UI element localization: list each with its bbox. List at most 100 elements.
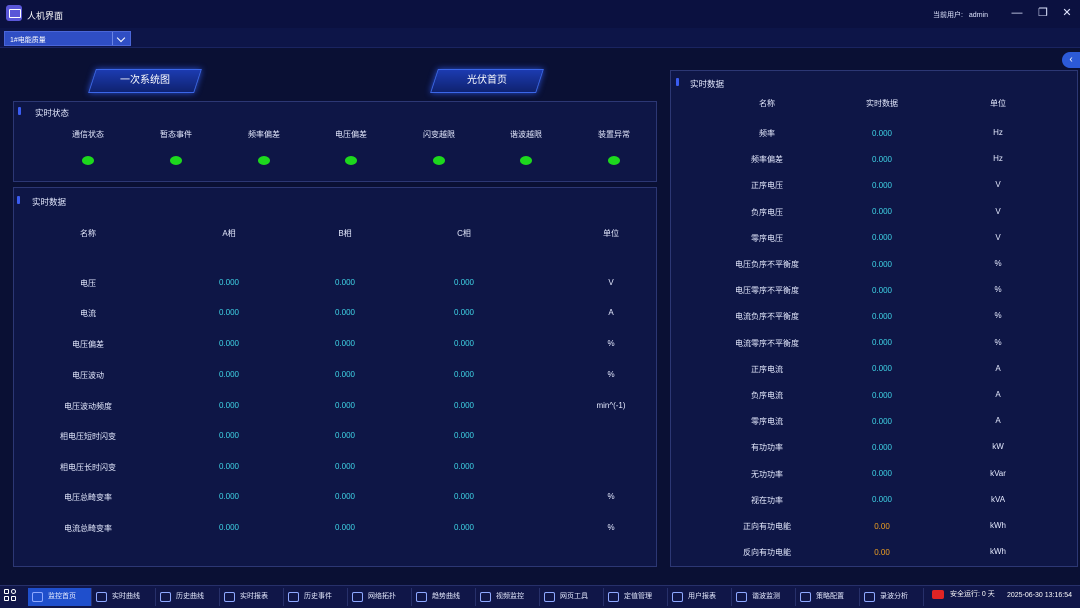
- phase-value: 0.000: [453, 462, 475, 471]
- row-unit: min^(-1): [596, 401, 626, 410]
- column-header: C相: [457, 229, 471, 238]
- current-user: 当前用户: admin: [933, 10, 992, 20]
- row-unit: A: [995, 363, 1001, 373]
- taskbar-item-13[interactable]: 策略配置: [796, 588, 860, 606]
- row-name: 电压波动频度: [64, 402, 112, 411]
- phase-value: 0.000: [334, 523, 356, 532]
- phase-value: 0.000: [453, 308, 475, 317]
- row-name: 电压负序不平衡度: [735, 260, 799, 269]
- phase-value: 0.000: [218, 278, 240, 287]
- realtime-value: 0.000: [871, 285, 893, 295]
- taskbar-item-2[interactable]: 实时曲线: [92, 588, 156, 606]
- row-unit: V: [608, 278, 614, 287]
- realtime-value: 0.000: [871, 416, 893, 426]
- taskbar-item-14[interactable]: 录波分析: [860, 588, 924, 606]
- taskbar-item-label: 网页工具: [560, 593, 588, 600]
- row-unit: A: [995, 416, 1001, 426]
- history-chart-icon: [160, 592, 171, 602]
- row-unit: %: [607, 492, 615, 501]
- app-title: 人机界面: [27, 11, 64, 21]
- device-select-value: 1#电能质量: [10, 37, 46, 44]
- taskbar-item-11[interactable]: 用户报表: [668, 588, 732, 606]
- status-indicator-icon: [170, 156, 182, 165]
- row-unit: %: [994, 285, 1002, 295]
- title-bar: 人机界面 当前用户: admin — ❐ ✕: [0, 0, 1080, 28]
- collapse-panel-button[interactable]: ‹: [1062, 52, 1080, 68]
- row-unit: %: [607, 370, 615, 379]
- phase-value: 0.000: [218, 370, 240, 379]
- taskbar-item-8[interactable]: 视频监控: [476, 588, 540, 606]
- taskbar-item-label: 历史事件: [304, 593, 332, 600]
- app-logo-icon: [6, 5, 22, 21]
- taskbar-item-6[interactable]: 网络拓扑: [348, 588, 412, 606]
- device-select[interactable]: 1#电能质量: [4, 31, 131, 46]
- row-name: 正向有功电能: [743, 522, 791, 531]
- status-indicator-icon: [345, 156, 357, 165]
- row-name: 零序电压: [751, 233, 783, 243]
- row-unit: A: [995, 390, 1001, 399]
- phase-value: 0.000: [218, 401, 240, 410]
- row-name: 负序电压: [751, 207, 783, 217]
- close-button[interactable]: ✕: [1058, 6, 1076, 20]
- column-header: 名称: [80, 229, 96, 238]
- phase-value: 0.000: [218, 308, 240, 317]
- phase-value: 0.000: [453, 523, 475, 532]
- taskbar-item-7[interactable]: 趋势曲线: [412, 588, 476, 606]
- realtime-value: 0.000: [871, 128, 893, 138]
- event-icon: [288, 592, 299, 602]
- primary-diagram-button[interactable]: 一次系统图: [88, 69, 202, 93]
- taskbar-item-label: 历史曲线: [176, 593, 204, 600]
- taskbar-item-label: 谐波监测: [752, 593, 780, 600]
- taskbar-item-3[interactable]: 历史曲线: [156, 588, 220, 606]
- realtime-data-title: 实时数据: [690, 79, 725, 89]
- row-name: 正序电压: [751, 181, 783, 191]
- row-name: 电流总畸变率: [64, 524, 112, 533]
- row-name: 频率偏差: [751, 155, 783, 165]
- topology-icon: [352, 592, 363, 602]
- phase-value: 0.000: [453, 401, 475, 410]
- row-unit: %: [994, 311, 1002, 321]
- realtime-status-panel: [13, 101, 657, 182]
- status-label: 谐波越限: [510, 130, 542, 139]
- taskbar-item-4[interactable]: 实时报表: [220, 588, 284, 606]
- realtime-value: 0.000: [871, 233, 893, 243]
- taskbar-item-10[interactable]: 定值管理: [604, 588, 668, 606]
- row-unit: kW: [992, 442, 1004, 452]
- status-indicator-icon: [433, 156, 445, 165]
- phase-value: 0.000: [334, 462, 356, 471]
- realtime-value: 0.000: [871, 154, 893, 164]
- realtime-value: 0.000: [871, 338, 893, 348]
- taskbar-item-12[interactable]: 谐波监测: [732, 588, 796, 606]
- phase-value: 0.000: [218, 431, 240, 440]
- row-name: 相电压长时闪变: [60, 463, 116, 472]
- status-label: 暂态事件: [160, 130, 192, 139]
- chevron-down-icon[interactable]: [112, 32, 130, 45]
- taskbar-item-label: 网络拓扑: [368, 593, 396, 600]
- taskbar-item-5[interactable]: 历史事件: [284, 588, 348, 606]
- realtime-value: 0.000: [871, 180, 893, 190]
- realtime-value: 0.00: [874, 521, 890, 531]
- line-chart-icon: [96, 592, 107, 602]
- phase-value: 0.000: [453, 339, 475, 348]
- realtime-value: 0.000: [871, 495, 893, 505]
- realtime-status-title: 实时状态: [35, 108, 70, 118]
- pv-home-button[interactable]: 光伏首页: [430, 69, 544, 93]
- phase-value: 0.000: [453, 278, 475, 287]
- taskbar-item-1[interactable]: 监控首页: [28, 588, 92, 606]
- phase-value: 0.000: [334, 401, 356, 410]
- taskbar-item-label: 实时报表: [240, 593, 268, 600]
- minimize-button[interactable]: —: [1008, 6, 1026, 20]
- phase-value: 0.000: [453, 431, 475, 440]
- row-name: 电流负序不平衡度: [735, 312, 799, 322]
- row-unit: A: [608, 308, 614, 317]
- restore-button[interactable]: ❐: [1034, 6, 1052, 20]
- realtime-value: 0.000: [871, 259, 893, 269]
- status-indicator-icon: [82, 156, 94, 165]
- app-grid-icon[interactable]: [4, 589, 18, 603]
- row-name: 视在功率: [751, 495, 783, 505]
- realtime-value: 0.000: [871, 390, 893, 400]
- taskbar-item-9[interactable]: 网页工具: [540, 588, 604, 606]
- status-label: 闪变越限: [423, 130, 455, 139]
- video-icon: [480, 592, 491, 602]
- row-name: 相电压短时闪变: [60, 432, 116, 441]
